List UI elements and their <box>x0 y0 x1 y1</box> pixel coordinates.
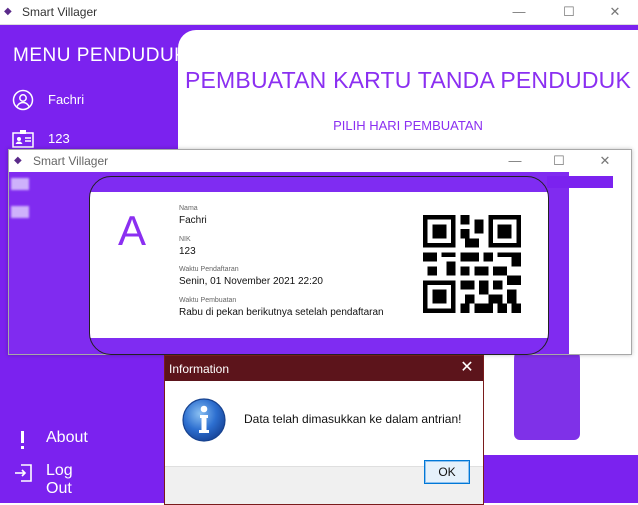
close-button[interactable]: ✕ <box>599 0 631 24</box>
app-logo-icon: ◆ <box>4 6 12 17</box>
dialog-close-button[interactable]: ✕ <box>457 358 477 378</box>
result-minimize-button[interactable]: — <box>499 150 531 172</box>
ktp-card-initial: A <box>118 207 147 254</box>
result-window-right-panel <box>569 172 631 354</box>
waktu-pendaftaran-value: Senin, 01 November 2021 22:20 <box>179 276 323 287</box>
waktu-pembuatan-value: Rabu di pekan berikutnya setelah pendaft… <box>179 307 384 318</box>
dialog-title: Information <box>169 362 230 376</box>
id-card-icon <box>12 130 34 148</box>
dialog-title-bar: Information ✕ <box>165 356 483 381</box>
window-title: Smart Villager <box>22 5 98 19</box>
nik-value: 123 <box>179 246 196 257</box>
nama-value: Fachri <box>179 215 207 226</box>
dialog-message: Data telah dimasukkan ke dalam antrian! <box>244 412 462 426</box>
page-subtitle: PILIH HARI PEMBUATAN <box>333 118 483 133</box>
exclamation-icon <box>21 431 24 449</box>
ok-button[interactable]: OK <box>424 460 470 484</box>
waktu-pendaftaran-label: Waktu Pendaftaran <box>179 266 239 273</box>
page-title: PEMBUATAN KARTU TANDA PENDUDUK <box>184 67 632 93</box>
nik-label: NIK <box>179 236 191 243</box>
user-name-label: Fachri <box>48 92 85 107</box>
result-window-title: Smart Villager <box>33 154 109 168</box>
nama-label: Nama <box>179 205 198 212</box>
about-label: About <box>46 429 88 446</box>
dialog-body: Data telah dimasukkan ke dalam antrian! <box>165 381 483 467</box>
result-close-button[interactable]: ✕ <box>589 150 621 172</box>
waktu-pembuatan-label: Waktu Pembuatan <box>179 297 237 304</box>
information-dialog: Information ✕ Data telah dimasukkan ke d… <box>164 355 484 505</box>
illustration-wave-pattern <box>484 455 638 503</box>
app-logo-icon: ◆ <box>14 155 22 166</box>
sidebar-title: MENU PENDUDUK <box>13 45 188 66</box>
qr-code-icon <box>423 215 521 313</box>
ktp-card: A Nama Fachri NIK 123 Waktu Pendaftaran … <box>89 176 549 355</box>
result-window-strip <box>547 176 613 188</box>
user-nik-label: 123 <box>48 131 70 146</box>
logout-icon <box>15 464 32 482</box>
result-maximize-button[interactable]: ☐ <box>543 150 575 172</box>
main-title-bar: ◆ Smart Villager — ☐ ✕ <box>0 0 638 25</box>
maximize-button[interactable]: ☐ <box>553 0 585 24</box>
user-icon <box>12 89 34 111</box>
info-icon <box>182 398 226 442</box>
minimize-button[interactable]: — <box>503 0 535 24</box>
result-window-title-bar: ◆ Smart Villager — ☐ ✕ <box>9 150 631 172</box>
result-window: ◆ Smart Villager — ☐ ✕ A Nama Fachri NIK… <box>8 149 632 355</box>
logout-label: Log Out <box>46 462 73 497</box>
